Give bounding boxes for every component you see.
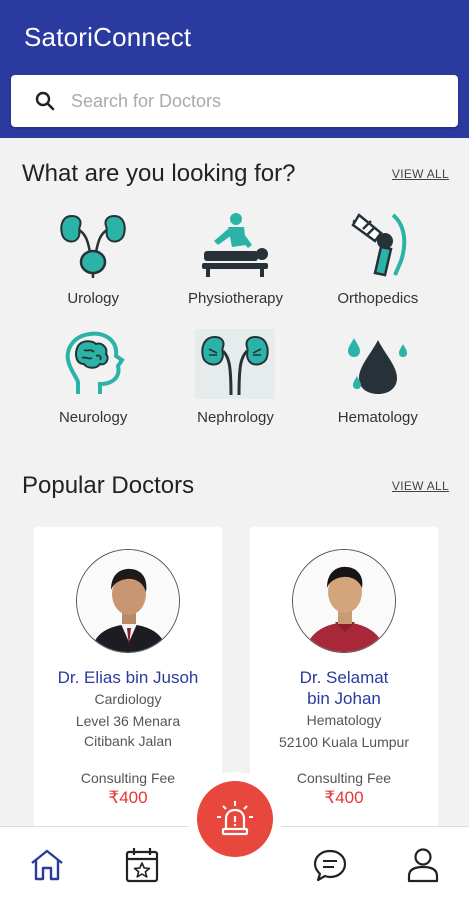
profile-icon (407, 848, 439, 883)
doctor-address: Level 36 Menara Citibank Jalan (75, 713, 181, 749)
category-nephrology[interactable]: Nephrology (164, 329, 306, 426)
chat-icon (313, 849, 347, 882)
category-label: Hematology (337, 409, 418, 426)
massage-therapy-icon (202, 213, 269, 277)
doctors-view-all-link[interactable]: VIEW ALL (392, 479, 449, 493)
category-label: Neurology (58, 409, 128, 426)
search-input[interactable] (71, 90, 431, 112)
doctor-card[interactable]: Dr. Elias bin Jusoh Cardiology Level 36 … (34, 527, 222, 827)
app-bar: SatoriConnect (0, 0, 469, 138)
category-label: Orthopedics (337, 290, 419, 307)
brain-head-icon (65, 331, 125, 394)
knee-joint-icon (351, 213, 407, 277)
calendar-star-icon (125, 848, 159, 883)
categories-view-all-link[interactable]: VIEW ALL (392, 167, 449, 181)
avatar (292, 549, 396, 653)
categories-header: What are you looking for? VIEW ALL (22, 160, 449, 188)
app-title: SatoriConnect (24, 22, 192, 52)
emergency-button-ring (188, 772, 282, 866)
kidneys-icon (201, 335, 270, 396)
doctors-title: Popular Doctors (22, 472, 195, 499)
doctor-card[interactable]: Dr. Selamat bin Johan Hematology 52100 K… (250, 527, 438, 827)
doctor-name: Dr. Selamat bin Johan (299, 668, 389, 708)
emergency-siren-icon (217, 801, 253, 836)
doctor-specialty: Cardiology (94, 691, 162, 707)
search-icon (35, 91, 55, 111)
doctors-header: Popular Doctors VIEW ALL (22, 472, 449, 500)
consulting-fee-value: ₹400 (108, 788, 148, 807)
category-urology[interactable]: Urology (22, 210, 164, 307)
home-icon (31, 849, 63, 881)
nav-chat-button[interactable] (310, 845, 350, 885)
nav-profile-button[interactable] (403, 845, 443, 885)
nav-home-button[interactable] (27, 845, 67, 885)
categories-title: What are you looking for? (22, 160, 296, 187)
category-orthopedics[interactable]: Orthopedics (307, 210, 449, 307)
doctor-specialty: Hematology (306, 712, 382, 728)
search-bar[interactable] (11, 75, 458, 127)
nav-appointments-button[interactable] (122, 845, 162, 885)
consulting-fee-value: ₹400 (324, 788, 364, 807)
category-label: Urology (67, 290, 119, 307)
consulting-fee-label: Consulting Fee (296, 770, 392, 786)
emergency-button[interactable] (197, 781, 273, 857)
kidney-bladder-icon (60, 214, 126, 278)
category-hematology[interactable]: Hematology (307, 329, 449, 426)
avatar (76, 549, 180, 653)
blood-drop-icon (347, 338, 407, 394)
category-grid: Urology Physiotherapy Orthopedics Neurol… (22, 210, 449, 426)
category-label: Nephrology (197, 409, 274, 426)
category-physiotherapy[interactable]: Physiotherapy (164, 210, 306, 307)
doctor-address: 52100 Kuala Lumpur (279, 734, 409, 750)
doctor-name: Dr. Elias bin Jusoh (57, 668, 199, 687)
consulting-fee-label: Consulting Fee (80, 770, 176, 786)
category-neurology[interactable]: Neurology (22, 329, 164, 426)
category-label: Physiotherapy (187, 290, 284, 307)
